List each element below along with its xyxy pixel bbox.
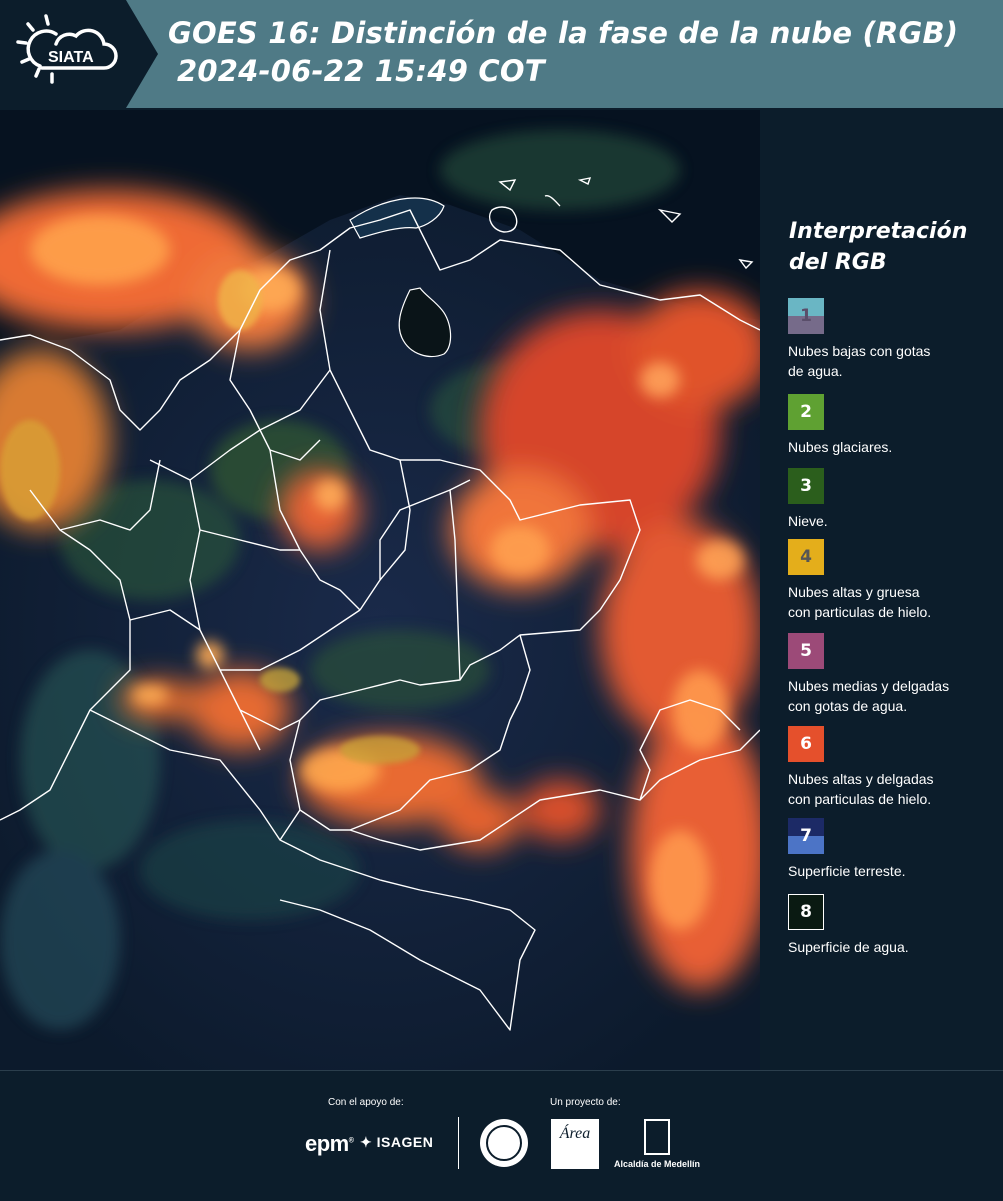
- legend-number-8: 8: [800, 902, 812, 922]
- legend-item-2: 2 Nubes glaciares.: [788, 394, 998, 457]
- alcaldia-logo-text: Alcaldía de Medellín: [614, 1159, 701, 1169]
- epm-logo-text: epm: [305, 1131, 349, 1156]
- legend-item-3: 3 Nieve.: [788, 468, 998, 531]
- legend-number-5: 5: [800, 641, 812, 661]
- legend-item-5: 5 Nubes medias y delgadas con gotas de a…: [788, 633, 998, 716]
- legend-panel: Interpretación del RGB 1 Nubes bajas con…: [760, 108, 1003, 1070]
- legend-number-3: 3: [800, 476, 812, 496]
- area-logo-text: Área: [559, 1125, 591, 1142]
- satellite-image: [0, 110, 760, 1070]
- legend-label-line: Nubes altas y gruesa: [788, 584, 920, 600]
- isagen-logo: ✦ ISAGEN: [360, 1134, 434, 1150]
- legend-title-line-2: del RGB: [789, 250, 887, 275]
- legend-label-line: Nieve.: [788, 513, 828, 529]
- legend-label-line: con gotas de agua.: [788, 698, 908, 714]
- legend-label-2: Nubes glaciares.: [788, 437, 998, 457]
- epm-logo: epm®: [305, 1131, 354, 1156]
- legend-label-line: Superficie terreste.: [788, 863, 906, 879]
- alcaldia-shield-icon: [644, 1119, 670, 1155]
- legend-label-line: con particulas de hielo.: [788, 791, 932, 807]
- legend-swatch-2: 2: [788, 394, 824, 430]
- legend-swatch-1: 1: [788, 298, 824, 334]
- legend-swatch-6: 6: [788, 726, 824, 762]
- legend-swatch-5: 5: [788, 633, 824, 669]
- legend-number-6: 6: [800, 734, 812, 754]
- legend-number-1: 1: [800, 306, 812, 326]
- support-label: Con el apoyo de:: [328, 1097, 404, 1108]
- legend-swatch-3: 3: [788, 468, 824, 504]
- legend-label-line: Nubes bajas con gotas: [788, 343, 931, 359]
- project-label: Un proyecto de:: [550, 1097, 621, 1108]
- legend-label-5: Nubes medias y delgadas con gotas de agu…: [788, 676, 998, 716]
- legend-title: Interpretación del RGB: [789, 216, 967, 278]
- legend-label-7: Superficie terreste.: [788, 861, 998, 881]
- header-bar: SIATA GOES 16: Distinción de la fase de …: [0, 0, 1003, 108]
- page-title: GOES 16: Distinción de la fase de la nub…: [168, 14, 958, 90]
- title-line-1: GOES 16: Distinción de la fase de la nub…: [168, 16, 959, 50]
- legend-item-8: 8 Superficie de agua.: [788, 894, 998, 957]
- legend-swatch-4: 4: [788, 539, 824, 575]
- legend-label-4: Nubes altas y gruesa con particulas de h…: [788, 582, 998, 622]
- legend-title-line-1: Interpretación: [789, 219, 968, 244]
- legend-label-6: Nubes altas y delgadas con particulas de…: [788, 769, 998, 809]
- legend-label-1: Nubes bajas con gotas de agua.: [788, 341, 998, 381]
- legend-item-7: 7 Superficie terreste.: [788, 818, 998, 881]
- legend-swatch-8: 8: [788, 894, 824, 930]
- legend-label-line: de agua.: [788, 363, 843, 379]
- legend-number-4: 4: [800, 547, 812, 567]
- legend-swatch-7: 7: [788, 818, 824, 854]
- logo-band: SIATA: [0, 0, 158, 108]
- legend-item-1: 1 Nubes bajas con gotas de agua.: [788, 298, 998, 381]
- legend-number-7: 7: [800, 826, 812, 846]
- legend-number-2: 2: [800, 402, 812, 422]
- footer-bar: Con el apoyo de: epm® ✦ ISAGEN Un proyec…: [0, 1070, 1003, 1201]
- title-line-2: 2024-06-22 15:49 COT: [177, 54, 545, 88]
- legend-item-6: 6 Nubes altas y delgadas con particulas …: [788, 726, 998, 809]
- legend-label-8: Superficie de agua.: [788, 937, 998, 957]
- legend-item-4: 4 Nubes altas y gruesa con particulas de…: [788, 539, 998, 622]
- legend-label-3: Nieve.: [788, 511, 998, 531]
- legend-label-line: Superficie de agua.: [788, 939, 909, 955]
- medellin-seal-logo: [480, 1119, 528, 1167]
- satellite-image-svg: [0, 110, 760, 1070]
- footer-divider: [458, 1117, 459, 1169]
- siata-logo-text: SIATA: [48, 49, 94, 66]
- isagen-logo-text: ISAGEN: [376, 1134, 434, 1150]
- legend-label-line: con particulas de hielo.: [788, 604, 932, 620]
- legend-label-line: Nubes medias y delgadas: [788, 678, 950, 694]
- legend-label-line: Nubes glaciares.: [788, 439, 893, 455]
- legend-label-line: Nubes altas y delgadas: [788, 771, 934, 787]
- area-metropolitana-logo: Área: [551, 1119, 599, 1169]
